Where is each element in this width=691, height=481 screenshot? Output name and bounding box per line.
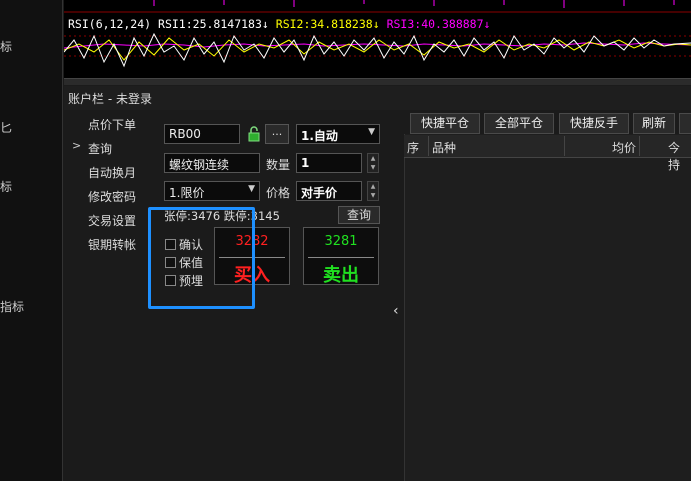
column-header-today-position[interactable]: 今持 [668, 139, 691, 173]
rsi1-label: RSI1:25.8147183 [158, 17, 262, 31]
chevron-right-icon[interactable]: > [72, 139, 81, 152]
rsi2-label: RSI2:34.818238 [275, 17, 373, 31]
down-arrow-icon: ↓ [372, 17, 380, 31]
column-header-symbol[interactable]: 品种 [432, 139, 456, 156]
price-type-value: 1.限价 [169, 186, 205, 200]
left-strip-item[interactable]: 指标 [0, 298, 24, 315]
refresh-button[interactable]: 刷新 [633, 113, 675, 134]
price-type-select[interactable]: 1.限价 ▼ [164, 181, 260, 201]
price-label: 价格 [266, 186, 291, 200]
column-separator [564, 136, 565, 156]
down-arrow-icon: ↓ [261, 17, 269, 31]
quantity-stepper[interactable]: ▲ ▼ [367, 153, 379, 173]
collapse-panel-icon[interactable]: ‹ [393, 303, 399, 319]
menu-item-query[interactable]: 查询 [88, 140, 112, 157]
column-separator [428, 136, 429, 156]
menu-item-bank-transfer[interactable]: 银期转帐 [88, 236, 136, 253]
sell-label: 卖出 [323, 265, 359, 286]
candle-ticks [153, 0, 675, 8]
menu-item-place-order[interactable]: 点价下单 [88, 116, 136, 133]
chevron-down-icon: ▼ [248, 184, 255, 194]
sell-button[interactable]: 3281 卖出 [303, 227, 379, 286]
menu-item-trade-settings[interactable]: 交易设置 [88, 212, 136, 229]
menu-item-change-password[interactable]: 修改密码 [88, 188, 136, 205]
left-panel: 标 匕 标 指标 [0, 0, 63, 481]
mode-select[interactable]: 1.自动 ▼ [296, 124, 380, 144]
mode-select-value: 1.自动 [301, 129, 338, 143]
quick-close-button[interactable]: 快捷平仓 [410, 113, 480, 134]
left-strip-item[interactable]: 匕 [0, 119, 12, 136]
quick-reverse-button[interactable]: 快捷反手 [559, 113, 629, 134]
toolbar-overflow-button[interactable] [679, 113, 691, 134]
account-bar-title: 账户栏 - 未登录 [68, 92, 152, 106]
divider [308, 257, 374, 258]
rsi-legend: RSI(6,12,24) RSI1:25.8147183↓ RSI2:34.81… [68, 17, 490, 31]
rsi-chart[interactable]: RSI(6,12,24) RSI1:25.8147183↓ RSI2:34.81… [64, 0, 691, 78]
sell-price: 3281 [324, 234, 358, 249]
price-stepper[interactable]: ▲ ▼ [367, 181, 379, 201]
account-bar [64, 86, 691, 110]
panel-splitter[interactable] [64, 78, 691, 85]
chevron-down-icon: ▼ [368, 127, 375, 137]
more-button[interactable]: ... [265, 124, 289, 144]
price-input[interactable]: 对手价 [296, 181, 362, 201]
close-all-button[interactable]: 全部平仓 [484, 113, 554, 134]
contract-name-field[interactable]: 螺纹钢连续 [164, 153, 260, 173]
down-arrow-icon: ↓ [483, 17, 491, 31]
column-header-avg-price[interactable]: 均价 [612, 139, 636, 156]
left-strip-item[interactable]: 标 [0, 178, 12, 195]
column-header-index[interactable]: 序 [407, 139, 419, 156]
rsi-chart-svg [64, 0, 691, 68]
column-separator [639, 136, 640, 156]
contract-code-input[interactable]: RB00 [164, 124, 240, 144]
query-button[interactable]: 查询 [338, 206, 380, 224]
indicator-label: RSI(6,12,24) [68, 17, 152, 31]
menu-item-auto-rollover[interactable]: 自动换月 [88, 164, 136, 181]
quantity-label: 数量 [266, 158, 291, 172]
highlight-box [148, 207, 255, 309]
positions-grid[interactable] [404, 134, 691, 481]
lock-icon[interactable] [246, 126, 262, 142]
rsi3-label: RSI3:40.388887 [386, 17, 484, 31]
quantity-input[interactable]: 1 [296, 153, 362, 173]
left-strip-item[interactable]: 标 [0, 38, 12, 55]
